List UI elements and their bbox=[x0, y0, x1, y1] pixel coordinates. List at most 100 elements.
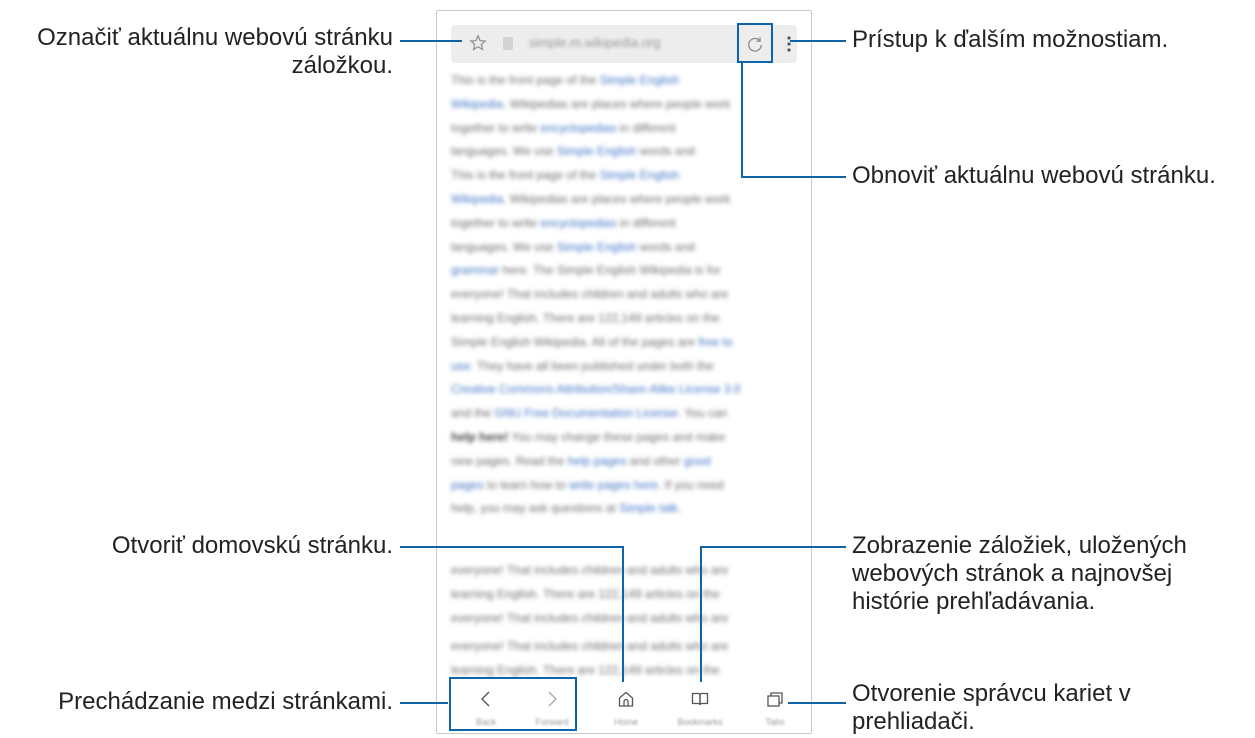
page-text: This is the front page of the bbox=[451, 73, 600, 87]
page-text: . You can bbox=[677, 406, 728, 421]
text-line: together to write encyclopedias in diffe… bbox=[451, 117, 801, 141]
page-text: languages. We use bbox=[451, 144, 557, 159]
caption-more-options: Prístup k ďalším možnostiam. bbox=[852, 26, 1169, 53]
page-link[interactable]: Simple English bbox=[600, 73, 679, 87]
callout-line-home-v bbox=[622, 546, 624, 682]
text-line: This is the front page of the Simple Eng… bbox=[451, 69, 801, 93]
page-text: everyone! That includes children and adu… bbox=[451, 287, 729, 302]
page-text: and the bbox=[451, 406, 495, 421]
text-line: languages. We use Simple English words a… bbox=[451, 140, 801, 164]
page-text: words and bbox=[636, 144, 695, 159]
page-link[interactable]: Creative Commons Attribution/Share-Alike… bbox=[451, 382, 740, 396]
page-link[interactable]: encyclopedias bbox=[540, 216, 616, 230]
text-line: everyone! That includes children and adu… bbox=[451, 639, 729, 653]
page-link[interactable]: pages bbox=[451, 478, 484, 492]
callout-line-refresh-v bbox=[741, 62, 743, 178]
callout-line-bookmarks-h bbox=[700, 546, 846, 548]
page-link[interactable]: Wikipedia bbox=[451, 192, 503, 206]
page-link[interactable]: GNU Free Documentation License bbox=[494, 406, 677, 420]
page-link[interactable]: good bbox=[684, 454, 711, 468]
page-text: in different bbox=[616, 120, 676, 135]
page-text: . If you need bbox=[657, 477, 724, 492]
page-text-bold: help here! bbox=[451, 429, 509, 444]
page-text: . Wikipedias are places where people wor… bbox=[503, 96, 731, 111]
chevron-left-icon bbox=[481, 691, 490, 707]
text-line: Simple English Wikipedia. All of the pag… bbox=[451, 331, 801, 355]
caption-refresh-page: Obnoviť aktuálnu webovú stránku. bbox=[852, 162, 1216, 189]
refresh-icon[interactable] bbox=[746, 35, 764, 53]
text-line: together to write encyclopedias in diffe… bbox=[451, 212, 801, 236]
star-icon[interactable] bbox=[469, 33, 487, 53]
tabs-label: Tabs bbox=[765, 717, 785, 727]
page-text: and other bbox=[626, 453, 684, 468]
caption-tab-manager: Otvorenie správcu kariet v prehliadači. bbox=[852, 680, 1131, 735]
caption-navigate-pages: Prechádzanie medzi stránkami. bbox=[58, 688, 393, 715]
page-link[interactable]: Simple English bbox=[600, 168, 679, 182]
home-icon bbox=[618, 691, 634, 707]
page-text: in different bbox=[616, 215, 676, 230]
text-line: languages. We use Simple English words a… bbox=[451, 236, 801, 260]
page-content-more: everyone! That includes children and adu… bbox=[451, 559, 801, 630]
text-line: grammar here. The Simple English Wikiped… bbox=[451, 259, 801, 283]
page-text: together to write bbox=[451, 120, 541, 135]
callout-line-more bbox=[790, 40, 846, 42]
book-icon bbox=[691, 692, 709, 706]
text-line: everyone! That includes children and adu… bbox=[451, 283, 801, 307]
text-line: Creative Commons Attribution/Share-Alike… bbox=[451, 378, 801, 402]
page-link[interactable]: help pages bbox=[568, 454, 627, 468]
text-line: Wikipedia. Wikipedias are places where p… bbox=[451, 188, 801, 212]
text-line: use. They have all been published under … bbox=[451, 355, 801, 379]
url-text[interactable]: simple.m.wikipedia.org bbox=[529, 35, 661, 50]
page-info-icon[interactable] bbox=[503, 37, 513, 50]
text-line: pages to learn how to write pages here. … bbox=[451, 474, 801, 498]
page-text: . Wikipedias are places where people wor… bbox=[503, 191, 731, 206]
bookmarks-button[interactable]: Bookmarks bbox=[670, 677, 730, 733]
page-text: You may change these pages and make bbox=[508, 429, 726, 444]
page-link[interactable]: free to bbox=[698, 335, 732, 349]
text-line: learning English. There are 122,149 arti… bbox=[451, 586, 720, 601]
tabs-icon bbox=[767, 692, 783, 707]
page-text: learning English. There are 122,149 arti… bbox=[451, 310, 720, 325]
text-line: Wikipedia. Wikipedias are places where p… bbox=[451, 93, 801, 117]
home-button[interactable]: Home bbox=[596, 677, 656, 733]
callout-line-navigate bbox=[400, 702, 448, 704]
tabs-button[interactable]: Tabs bbox=[745, 677, 805, 733]
back-label: Back bbox=[475, 717, 496, 727]
page-text: help, you may ask questions at bbox=[451, 501, 620, 516]
page-link[interactable]: Simple English bbox=[557, 144, 636, 158]
page-link[interactable]: Simple English bbox=[557, 240, 636, 254]
text-line: help here! You may change these pages an… bbox=[451, 426, 801, 450]
page-text: new pages. Read the bbox=[451, 453, 568, 468]
callout-line-refresh-h bbox=[741, 176, 846, 178]
page-link[interactable]: write pages here bbox=[569, 478, 658, 492]
page-text: Simple English Wikipedia. All of the pag… bbox=[451, 334, 699, 349]
page-content: This is the front page of the Simple Eng… bbox=[451, 69, 801, 521]
page-text: This is the front page of the bbox=[451, 168, 600, 183]
caption-open-home: Otvoriť domovskú stránku. bbox=[111, 532, 393, 559]
back-button[interactable]: Back bbox=[456, 677, 516, 733]
page-link[interactable]: grammar bbox=[451, 263, 499, 277]
page-text: . bbox=[677, 501, 682, 516]
text-line: learning English. There are 122,149 arti… bbox=[451, 307, 801, 331]
browser-screen: simple.m.wikipedia.org This is the front… bbox=[436, 10, 812, 734]
caption-bookmark-page: Označiť aktuálnu webovú stránku záložkou… bbox=[37, 24, 393, 79]
chevron-right-icon bbox=[548, 691, 557, 707]
bottom-toolbar: Back Forward Home Bookmarks Tabs bbox=[437, 677, 811, 733]
address-bar[interactable]: simple.m.wikipedia.org bbox=[451, 23, 797, 63]
callout-line-home-h bbox=[400, 546, 624, 548]
page-content-bottom: everyone! That includes children and adu… bbox=[451, 635, 801, 683]
page-link[interactable]: encyclopedias bbox=[540, 121, 616, 135]
page-link[interactable]: Wikipedia bbox=[451, 97, 503, 111]
page-text: languages. We use bbox=[451, 239, 557, 254]
callout-line-tabs bbox=[788, 702, 846, 704]
callout-line-bookmark bbox=[400, 40, 462, 42]
forward-button[interactable]: Forward bbox=[522, 677, 582, 733]
caption-bookmarks-view: Zobrazenie záložiek, uložených webových … bbox=[852, 532, 1187, 615]
more-vertical-icon[interactable] bbox=[787, 35, 791, 53]
page-link[interactable]: use bbox=[451, 359, 470, 373]
text-line: and the GNU Free Documentation License. … bbox=[451, 402, 801, 426]
callout-line-bookmarks-v bbox=[700, 546, 702, 682]
page-link[interactable]: Simple talk bbox=[619, 501, 678, 515]
bookmarks-label: Bookmarks bbox=[677, 717, 723, 727]
page-text: . They have all been published under bot… bbox=[470, 358, 714, 373]
